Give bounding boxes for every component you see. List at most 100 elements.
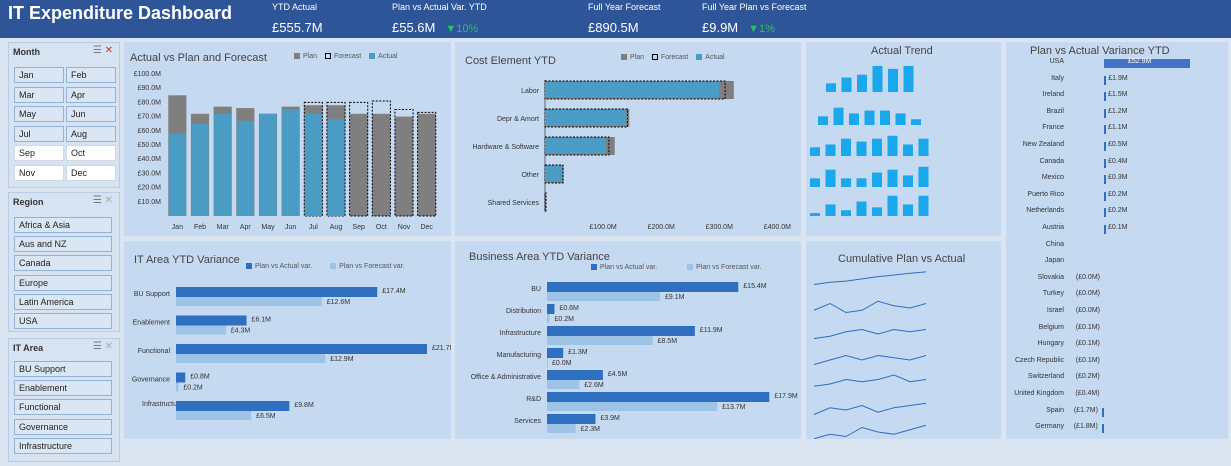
slicer-item-aug[interactable]: Aug (66, 125, 116, 142)
trend-bar (810, 213, 820, 216)
plan-vs-forecast-bar (547, 292, 661, 301)
actual-bar (214, 113, 232, 216)
region-slicer: Region ☰ ✕ Africa & Asia Aus and NZ Canada… (8, 192, 120, 332)
plan-vs-actual-bar (547, 348, 564, 358)
x-tick-label: May (261, 224, 275, 231)
variance-value: (£1.7M) (1073, 406, 1098, 414)
kpi-label: Full Year Plan vs Forecast (702, 2, 807, 12)
trend-bar (918, 138, 929, 156)
trend-bar (918, 166, 929, 187)
x-tick-label: Dec (420, 224, 433, 231)
variance-bar (1104, 125, 1106, 135)
slicer-item-dec[interactable]: Dec (66, 164, 116, 181)
variance-bar (1104, 225, 1106, 234)
plan-vs-forecast-bar (547, 402, 718, 411)
cumulative-panel: Cumulative Plan vs Actual (806, 241, 1001, 439)
slicer-item-functional[interactable]: Functional (14, 399, 112, 416)
slicer-item-bu-support[interactable]: BU Support (14, 361, 112, 377)
country-label: New Zealand (1022, 141, 1064, 148)
data-label: £15.4M (743, 283, 767, 290)
slicer-item-mar[interactable]: Mar (14, 86, 64, 103)
slicer-item-latin-america[interactable]: Latin America (14, 293, 112, 310)
clear-filter-icon[interactable]: ✕ (105, 341, 113, 352)
actual-trend-chart (810, 66, 929, 216)
cumulative-line (813, 424, 927, 439)
slicer-item-may[interactable]: May (14, 106, 64, 122)
trend-bar (818, 116, 828, 125)
variance-value: (£0.0M) (1075, 307, 1100, 314)
kpi-ytd-actual: YTD Actual £555.7M (272, 2, 323, 35)
y-tick-label: £10.0M (138, 199, 162, 206)
slicer-item-oct[interactable]: Oct (66, 145, 116, 161)
trend-bar (887, 195, 898, 216)
category-label: Labor (521, 88, 540, 95)
trend-bar (872, 138, 882, 156)
clear-filter-icon[interactable]: ✕ (105, 45, 113, 56)
country-label: Puerto Rico (1027, 190, 1064, 198)
slicer-item-europe[interactable]: Europe (14, 274, 112, 291)
slicer-item-usa[interactable]: USA (14, 313, 112, 329)
slicer-item-canada[interactable]: Canada (14, 255, 112, 272)
data-label: £2.6M (584, 382, 604, 389)
category-label: Infrastructure (500, 330, 541, 337)
data-label: £0.0M (552, 360, 572, 367)
slicer-item-jun[interactable]: Jun (66, 106, 116, 122)
country-label: Czech Republic (1014, 356, 1064, 364)
plan-vs-actual-bar (176, 401, 290, 411)
slicer-item-nov[interactable]: Nov (14, 164, 64, 181)
multi-select-icon[interactable]: ☰ (93, 45, 102, 56)
country-label: Hungary (1037, 340, 1064, 348)
variance-bar (1104, 142, 1106, 151)
clear-filter-icon[interactable]: ✕ (105, 195, 113, 206)
country-label: Switzerland (1027, 373, 1064, 381)
slicer-item-feb[interactable]: Feb (66, 67, 116, 83)
data-label: £0.6M (559, 305, 579, 312)
data-label: £17.9M (774, 393, 798, 400)
variance-bar (1104, 92, 1106, 102)
actual-bar (191, 123, 209, 216)
multi-select-icon[interactable]: ☰ (93, 341, 102, 352)
data-label: £0.2M (183, 385, 203, 392)
slicer-item-sep[interactable]: Sep (14, 145, 64, 161)
multi-select-icon[interactable]: ☰ (93, 195, 102, 206)
data-label: £17.4M (382, 288, 406, 295)
slicer-item-infrastructure[interactable]: Infrastructure (14, 437, 112, 454)
y-tick-label: £70.0M (138, 114, 162, 121)
dashboard-header: IT Expenditure Dashboard YTD Actual £555… (0, 0, 1231, 38)
kpi-label: Full Year Forecast (588, 2, 661, 12)
data-label: £9.8M (294, 402, 314, 409)
slicer-item-aus-and-nz[interactable]: Aus and NZ (14, 236, 112, 253)
variance-value: £0.3M (1108, 174, 1128, 182)
slicer-item-apr[interactable]: Apr (66, 86, 116, 103)
data-label: £6.5M (256, 413, 276, 420)
data-label: £1.3M (568, 349, 588, 356)
trend-bar (880, 110, 890, 125)
variance-bar (1101, 424, 1104, 434)
trend-bar (887, 135, 898, 156)
slicer-item-jul[interactable]: Jul (14, 125, 64, 142)
slicer-item-jan[interactable]: Jan (14, 67, 64, 83)
cumulative-line (813, 300, 927, 314)
x-tick-label: £200.0M (648, 224, 675, 231)
country-label: Slovakia (1037, 273, 1064, 281)
slicer-item-enablement[interactable]: Enablement (14, 380, 112, 397)
slicer-item-africa-asia[interactable]: Africa & Asia (14, 217, 112, 233)
country-label: Israel (1046, 307, 1064, 314)
actual-bar (236, 120, 254, 216)
variance-value: £52.9M (1128, 58, 1152, 65)
category-label: Services (514, 418, 541, 425)
category-label: Manufacturing (497, 352, 541, 359)
plan-vs-actual-bar (547, 392, 770, 402)
cumulative-line (813, 354, 927, 365)
category-label: Functional (138, 348, 171, 355)
variance-value: £0.2M (1108, 190, 1128, 198)
country-label: Belgium (1038, 323, 1064, 331)
cumulative-line (813, 402, 927, 415)
it-area-variance-chart: BU Support £17.4M £12.6M Enablement £6.1M£4.… (132, 287, 451, 420)
slicer-item-governance[interactable]: Governance (14, 418, 112, 435)
variance-value: (£0.1M) (1075, 340, 1100, 348)
x-tick-label: £400.0M (764, 224, 791, 231)
it-area-variance-panel: IT Area YTD Variance Plan vs Actual var.… (124, 241, 451, 439)
plan-vs-actual-bar (176, 344, 427, 354)
data-label: £4.5M (608, 371, 628, 378)
